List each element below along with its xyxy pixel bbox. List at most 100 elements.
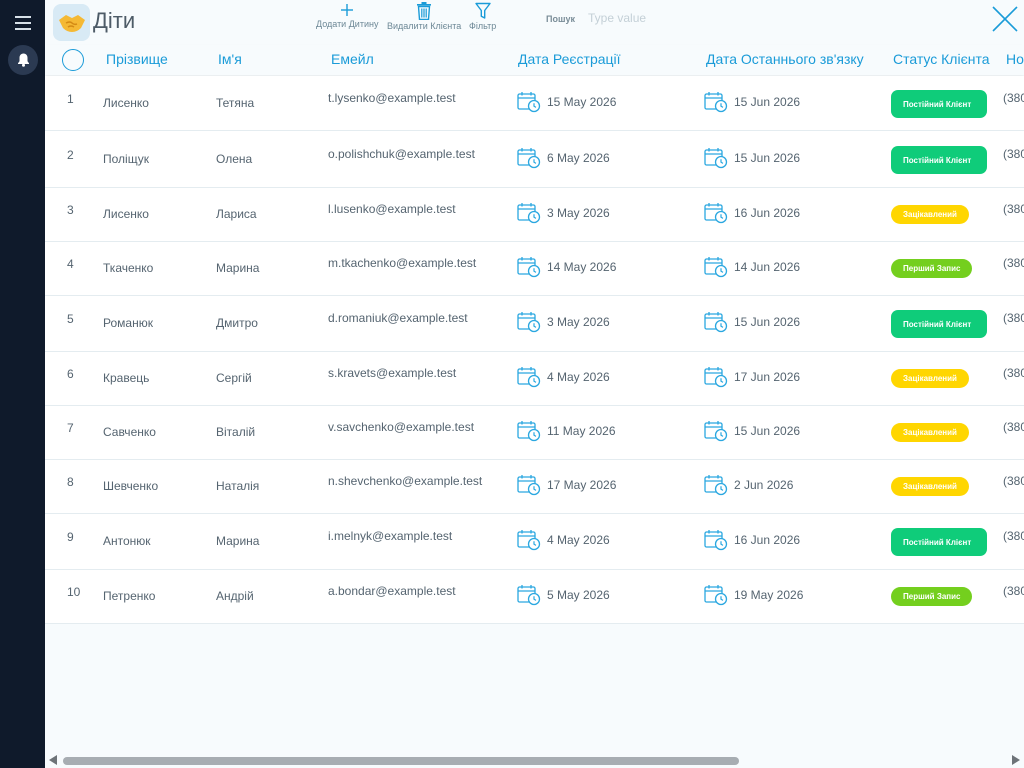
status-badge: Постійний Клієнт — [891, 146, 987, 174]
cell-phone: (380 — [1003, 529, 1024, 543]
select-all-checkbox[interactable] — [62, 49, 84, 71]
close-button[interactable] — [990, 4, 1020, 34]
table-row[interactable]: 2 Поліщук Олена o.polishchuk@example.test 6 … — [45, 131, 1024, 188]
status-badge: Постійний Клієнт — [891, 310, 987, 338]
menu-button[interactable] — [8, 8, 38, 38]
table-row[interactable]: 10 Петренко Андрій a.bondar@example.test 5 M… — [45, 570, 1024, 624]
registration-date-text: 6 May 2026 — [547, 151, 610, 165]
cell-email: v.savchenko@example.test — [328, 420, 475, 434]
table-row[interactable]: 9 Антонюк Марина i.melnyk@example.test 4 May… — [45, 514, 1024, 570]
cell-phone: (380 — [1003, 584, 1024, 598]
filter-icon — [474, 2, 491, 19]
cell-phone: (380 — [1003, 147, 1024, 161]
status-badge: Постійний Клієнт — [891, 528, 987, 556]
table-row[interactable]: 7 Савченко Віталій v.savchenko@example.test… — [45, 406, 1024, 460]
calendar-clock-icon — [517, 530, 541, 551]
status-badge: Зацікавлений — [891, 369, 969, 388]
sidebar — [0, 0, 979, 768]
last-contact-date-text: 16 Jun 2026 — [734, 533, 801, 547]
table-row[interactable]: 3 Лисенко Лариса l.lusenko@example.test 3 Ma… — [45, 188, 1024, 242]
calendar-clock-icon — [517, 367, 541, 388]
scroll-right-arrow-icon[interactable] — [1012, 755, 1020, 765]
cell-email: m.tkachenko@example.test — [328, 256, 477, 270]
registration-date-text: 14 May 2026 — [547, 260, 617, 274]
column-header-phone[interactable]: Но — [1006, 51, 1024, 67]
cell-name: Тетяна — [216, 96, 255, 110]
cell-email: d.romaniuk@example.test — [328, 311, 468, 325]
last-contact-date-text: 15 Jun 2026 — [734, 95, 801, 109]
delete-client-button[interactable]: Видалити Клієнта — [387, 2, 461, 31]
horizontal-scrollbar[interactable] — [45, 752, 1024, 768]
calendar-clock-icon — [704, 367, 728, 388]
cell-last-contact-date: 17 Jun 2026 — [704, 366, 800, 388]
cell-surname: Кравець — [103, 371, 150, 385]
cell-phone: (380 — [1003, 366, 1024, 380]
calendar-clock-icon — [517, 148, 541, 169]
search-input[interactable] — [588, 8, 788, 28]
registration-date-text: 3 May 2026 — [547, 206, 610, 220]
plus-icon — [341, 4, 354, 16]
column-header-client-status[interactable]: Статус Клієнта — [893, 51, 990, 67]
calendar-clock-icon — [704, 92, 728, 113]
cell-phone: (380 — [1003, 420, 1024, 434]
calendar-clock-icon — [517, 585, 541, 606]
scrollbar-thumb[interactable] — [63, 757, 739, 765]
calendar-clock-icon — [517, 257, 541, 278]
cell-last-contact-date: 16 Jun 2026 — [704, 202, 800, 224]
status-badge: Перший Запис — [891, 259, 973, 278]
row-index: 5 — [67, 312, 74, 326]
cell-surname: Петренко — [103, 589, 156, 603]
table-row[interactable]: 4 Ткаченко Марина m.tkachenko@example.test 1… — [45, 242, 1024, 296]
calendar-clock-icon — [704, 148, 728, 169]
last-contact-date-text: 15 Jun 2026 — [734, 315, 801, 329]
calendar-clock-icon — [704, 530, 728, 551]
cell-phone: (380 — [1003, 256, 1024, 270]
filter-button[interactable]: Фільтр — [469, 2, 496, 31]
column-header-surname[interactable]: Прізвище — [106, 51, 168, 67]
cell-phone: (380 — [1003, 474, 1024, 488]
cell-surname: Ткаченко — [103, 261, 154, 275]
column-header-name[interactable]: Ім'я — [218, 51, 242, 67]
cell-name: Андрій — [216, 589, 254, 603]
row-index: 10 — [67, 585, 81, 599]
notifications-button[interactable] — [8, 45, 38, 75]
app-logo — [53, 4, 90, 41]
table-row[interactable]: 5 Романюк Дмитро d.romaniuk@example.test 3 M… — [45, 296, 1024, 352]
registration-date-text: 5 May 2026 — [547, 588, 610, 602]
cell-last-contact-date: 15 Jun 2026 — [704, 420, 800, 442]
registration-date-text: 15 May 2026 — [547, 95, 617, 109]
scroll-left-arrow-icon[interactable] — [49, 755, 57, 765]
row-index: 2 — [67, 148, 74, 162]
cell-registration-date: 17 May 2026 — [517, 474, 616, 496]
cell-registration-date: 5 May 2026 — [517, 584, 610, 606]
column-header-email[interactable]: Емейл — [331, 51, 374, 67]
cell-surname: Романюк — [103, 316, 153, 330]
cell-phone: (380 — [1003, 311, 1024, 325]
cell-last-contact-date: 15 Jun 2026 — [704, 311, 800, 333]
cell-name: Олена — [216, 152, 253, 166]
cell-registration-date: 15 May 2026 — [517, 91, 616, 113]
cell-email: i.melnyk@example.test — [328, 529, 453, 543]
search-label: Пошук — [546, 14, 575, 24]
column-header-last-contact-date[interactable]: Дата Останнього зв'язку — [706, 51, 864, 67]
calendar-clock-icon — [704, 257, 728, 278]
calendar-clock-icon — [517, 312, 541, 333]
registration-date-text: 17 May 2026 — [547, 478, 617, 492]
table-row[interactable]: 8 Шевченко Наталія n.shevchenko@example.tes… — [45, 460, 1024, 514]
add-child-button[interactable]: Додати Дитину — [316, 2, 378, 29]
table-row[interactable]: 6 Кравець Сергій s.kravets@example.test 4 Ma… — [45, 352, 1024, 406]
row-index: 7 — [67, 421, 74, 435]
last-contact-date-text: 2 Jun 2026 — [734, 478, 794, 492]
menu-icon — [15, 16, 31, 30]
close-icon — [992, 6, 1018, 32]
cell-name: Сергій — [216, 371, 252, 385]
column-header-registration-date[interactable]: Дата Реєстрації — [518, 51, 621, 67]
cell-name: Наталія — [216, 479, 260, 493]
table-row[interactable]: 1 Лисенко Тетяна t.lysenko@example.test 15 M… — [45, 76, 1024, 131]
calendar-clock-icon — [517, 92, 541, 113]
calendar-clock-icon — [517, 203, 541, 224]
page-title: Діти — [93, 8, 136, 33]
handshake-icon — [58, 14, 85, 32]
calendar-clock-icon — [704, 203, 728, 224]
cell-registration-date: 3 May 2026 — [517, 311, 610, 333]
